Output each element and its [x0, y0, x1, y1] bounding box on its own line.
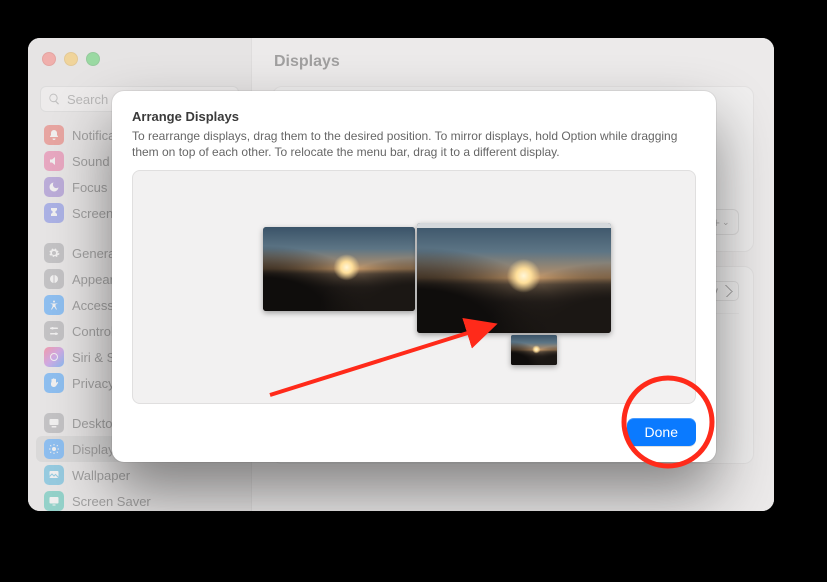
- accessibility-icon: [44, 295, 64, 315]
- sheet-description: To rearrange displays, drag them to the …: [132, 128, 696, 160]
- sliders-icon: [44, 321, 64, 341]
- sidebar-item-wallpaper[interactable]: Wallpaper: [36, 462, 243, 488]
- sidebar-item-label: Sound: [72, 154, 110, 169]
- search-icon: [48, 93, 61, 106]
- page-title: Displays: [252, 38, 774, 86]
- hourglass-icon: [44, 203, 64, 223]
- wallpaper-preview: [511, 335, 557, 365]
- sidebar-item-label: Wallpaper: [72, 468, 130, 483]
- display-icon: [44, 439, 64, 459]
- minimize-icon[interactable]: [64, 52, 78, 66]
- bell-icon: [44, 125, 64, 145]
- close-icon[interactable]: [42, 52, 56, 66]
- arrange-displays-sheet: Arrange Displays To rearrange displays, …: [112, 91, 716, 462]
- screensaver-icon: [44, 491, 64, 511]
- moon-icon: [44, 177, 64, 197]
- gear-icon: [44, 243, 64, 263]
- sheet-title: Arrange Displays: [132, 109, 696, 124]
- speaker-icon: [44, 151, 64, 171]
- sidebar-item-label: Screen Saver: [72, 494, 151, 509]
- wallpaper-icon: [44, 465, 64, 485]
- display-1[interactable]: [263, 227, 415, 311]
- siri-icon: [44, 347, 64, 367]
- wallpaper-preview: [417, 223, 611, 333]
- done-button[interactable]: Done: [627, 418, 696, 446]
- display-3[interactable]: [511, 335, 557, 365]
- sidebar-item-label: Focus: [72, 180, 107, 195]
- sidebar-item-screen-saver[interactable]: Screen Saver: [36, 488, 243, 511]
- dock-icon: [44, 413, 64, 433]
- chevron-down-icon: ⌄: [722, 217, 730, 228]
- window-traffic-lights[interactable]: [42, 52, 100, 66]
- appearance-icon: [44, 269, 64, 289]
- hand-icon: [44, 373, 64, 393]
- zoom-icon[interactable]: [86, 52, 100, 66]
- menu-bar-handle[interactable]: [417, 223, 611, 228]
- display-2[interactable]: [417, 223, 611, 333]
- wallpaper-preview: [263, 227, 415, 311]
- arrange-canvas[interactable]: [132, 170, 696, 404]
